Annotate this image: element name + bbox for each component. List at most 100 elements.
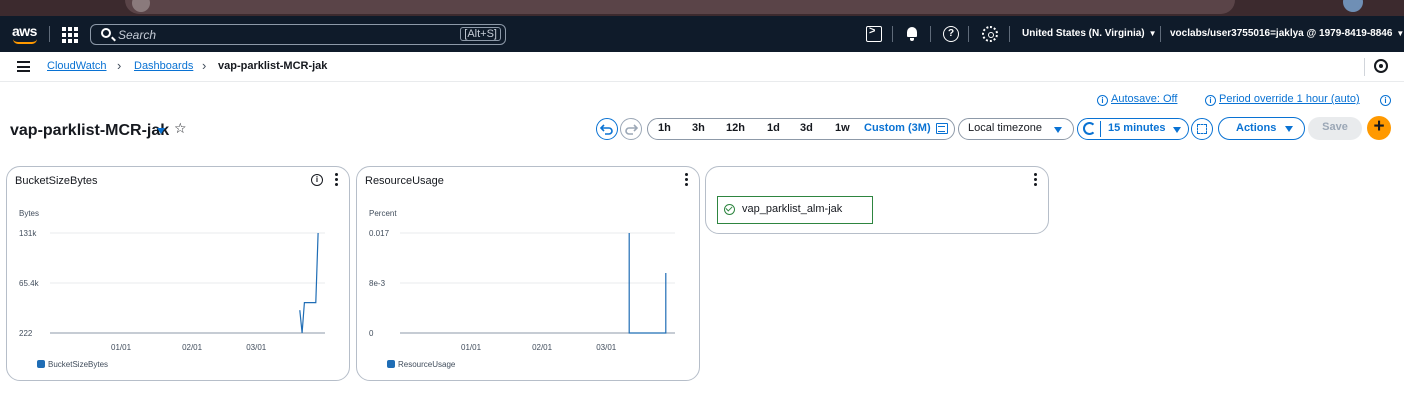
legend-swatch <box>37 360 45 368</box>
line-chart: 131k 65.4k 222 01/01 02/01 03/01 <box>19 229 325 352</box>
chart-legend[interactable]: ResourceUsage <box>387 360 455 369</box>
breadcrumb-separator-icon: › <box>117 58 122 73</box>
widget-menu-icon[interactable] <box>1034 173 1038 187</box>
info-icon: i <box>1097 95 1108 106</box>
x-tick-label: 02/01 <box>532 343 553 352</box>
browser-address-bar[interactable] <box>125 0 1235 14</box>
y-tick-label: 65.4k <box>19 279 40 288</box>
chevron-down-icon <box>1054 127 1062 133</box>
undo-button[interactable] <box>596 118 618 140</box>
save-button[interactable]: Save <box>1308 117 1362 140</box>
add-widget-icon[interactable]: + <box>1367 116 1391 140</box>
x-tick-label: 02/01 <box>182 343 203 352</box>
region-selector[interactable]: United States (N. Virginia) ▼ <box>1022 28 1157 39</box>
breadcrumb-cloudwatch[interactable]: CloudWatch <box>47 60 107 72</box>
search-icon <box>101 28 111 38</box>
aws-logo-text: aws <box>12 23 37 39</box>
undo-icon <box>600 124 613 135</box>
help-icon[interactable]: ? <box>943 26 959 42</box>
autosave-link[interactable]: i Autosave: Off <box>1097 93 1177 106</box>
y-tick-label: 0 <box>369 329 374 338</box>
browser-tab-strip <box>0 0 1404 16</box>
range-12h[interactable]: 12h <box>726 122 745 134</box>
divider <box>1100 121 1101 137</box>
calendar-icon[interactable] <box>936 123 948 134</box>
chevron-down-icon: ▼ <box>1396 29 1404 38</box>
nav-divider <box>1009 26 1010 42</box>
nav-divider <box>930 26 931 42</box>
info-icon: i <box>1380 95 1391 106</box>
region-label: United States (N. Virginia) <box>1022 28 1145 39</box>
refresh-control: 15 minutes <box>1077 118 1189 140</box>
nav-divider <box>968 26 969 42</box>
favorite-star-icon[interactable]: ☆ <box>174 120 187 137</box>
legend-swatch <box>387 360 395 368</box>
legend-label: BucketSizeBytes <box>48 360 109 369</box>
chevron-down-icon[interactable] <box>1173 127 1181 133</box>
aws-logo[interactable]: aws <box>12 23 40 45</box>
redo-button[interactable] <box>620 118 642 140</box>
nav-divider <box>49 26 50 42</box>
account-label: voclabs/user3755016=jaklya @ 1979-8419-8… <box>1170 28 1393 39</box>
breadcrumb-separator-icon: › <box>202 58 207 73</box>
chart-legend[interactable]: BucketSizeBytes <box>37 360 108 369</box>
autosave-label: Autosave: Off <box>1111 93 1178 105</box>
alarm-status-chip[interactable]: vap_parklist_alm-jak <box>717 196 873 224</box>
notifications-icon[interactable] <box>904 26 920 42</box>
search-placeholder: Search <box>118 28 157 42</box>
aws-logo-smile <box>13 39 37 44</box>
refresh-interval-dropdown[interactable]: 15 minutes <box>1108 122 1165 134</box>
cloudshell-icon[interactable] <box>866 25 882 42</box>
y-tick-label: 0.017 <box>369 229 390 238</box>
time-range-selector: 1h 3h 12h 1d 3d 1w Custom (3M) <box>647 118 955 140</box>
search-shortcut: [Alt+S] <box>460 27 501 41</box>
legend-label: ResourceUsage <box>398 360 456 369</box>
divider <box>1364 58 1365 76</box>
breadcrumb-dashboards[interactable]: Dashboards <box>134 60 193 72</box>
menu-icon[interactable] <box>17 61 30 72</box>
period-override-link[interactable]: i Period override 1 hour (auto) <box>1205 93 1360 106</box>
info-icon: i <box>1205 95 1216 106</box>
widget-bucket-size[interactable]: BucketSizeBytes i Bytes 131k 65.4k 222 01/0… <box>6 166 350 381</box>
browser-profile-avatar[interactable] <box>1343 0 1363 12</box>
redo-icon <box>625 124 638 135</box>
aws-top-navigation: aws Search [Alt+S] ? United States (N. V… <box>0 16 1404 52</box>
breadcrumb-current: vap-parklist-MCR-jak <box>218 60 328 72</box>
timezone-label: Local timezone <box>968 122 1042 134</box>
range-1w[interactable]: 1w <box>835 122 850 134</box>
fullscreen-icon[interactable] <box>1191 118 1213 140</box>
period-override-label: Period override 1 hour (auto) <box>1219 93 1360 105</box>
breadcrumb-bar: CloudWatch › Dashboards › vap-parklist-M… <box>0 52 1404 82</box>
settings-gear-icon[interactable] <box>982 26 998 42</box>
refresh-icon[interactable] <box>1083 122 1096 135</box>
actions-label: Actions <box>1236 122 1277 134</box>
timezone-dropdown[interactable]: Local timezone <box>958 118 1074 140</box>
chevron-down-icon: ▼ <box>1148 29 1157 38</box>
check-circle-icon <box>724 204 735 215</box>
help-info-link[interactable]: i <box>1380 93 1394 106</box>
search-input[interactable]: Search [Alt+S] <box>90 24 506 45</box>
y-tick-label: 8e-3 <box>369 279 386 288</box>
range-3h[interactable]: 3h <box>692 122 705 134</box>
dashboard-menu-caret-icon[interactable] <box>157 128 165 134</box>
x-tick-label: 01/01 <box>111 343 132 352</box>
range-3d[interactable]: 3d <box>800 122 813 134</box>
preferences-icon[interactable] <box>1374 59 1388 73</box>
y-tick-label: 131k <box>19 229 37 238</box>
range-1d[interactable]: 1d <box>767 122 780 134</box>
widget-alarm-status[interactable]: vap_parklist_alm-jak <box>705 166 1049 234</box>
range-1h[interactable]: 1h <box>658 122 671 134</box>
actions-dropdown[interactable]: Actions <box>1218 117 1305 140</box>
range-custom[interactable]: Custom (3M) <box>864 122 931 134</box>
line-chart: 0.017 8e-3 0 01/01 02/01 03/01 <box>369 229 675 352</box>
y-tick-label: 222 <box>19 329 33 338</box>
services-menu-icon[interactable] <box>60 25 78 43</box>
widget-resource-usage[interactable]: ResourceUsage Percent 0.017 8e-3 0 01/01 02/… <box>356 166 700 381</box>
dashboard-title[interactable]: vap-parklist-MCR-jak <box>10 122 169 140</box>
nav-divider <box>892 26 893 42</box>
x-tick-label: 03/01 <box>596 343 617 352</box>
x-tick-label: 01/01 <box>461 343 482 352</box>
account-menu[interactable]: voclabs/user3755016=jaklya @ 1979-8419-8… <box>1170 28 1404 39</box>
chevron-down-icon <box>1285 126 1293 132</box>
nav-divider <box>1160 26 1161 42</box>
